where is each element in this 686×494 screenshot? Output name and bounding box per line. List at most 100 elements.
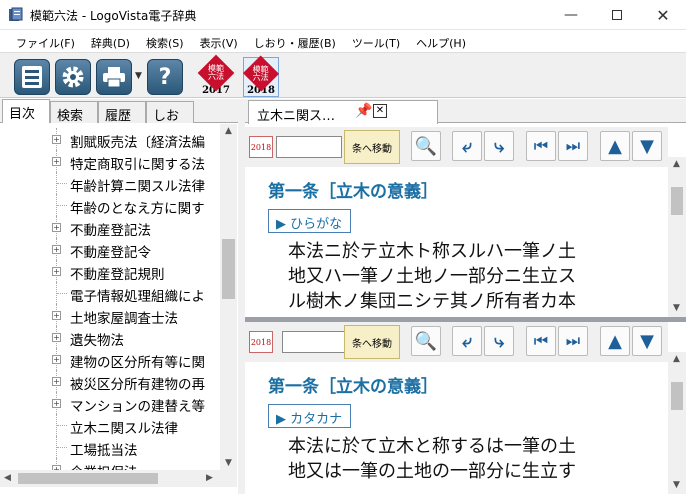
- hiragana-toggle-button[interactable]: ▶ ひらがな: [268, 209, 352, 233]
- menu-tools[interactable]: ツール(T): [345, 31, 409, 52]
- tree-item-label: 不動産登記令: [70, 245, 151, 261]
- pin-icon[interactable]: 📌: [355, 103, 372, 119]
- search-button[interactable]: 🔍: [411, 131, 441, 161]
- expand-icon[interactable]: +: [52, 223, 61, 232]
- tab-history[interactable]: 履歴: [98, 101, 146, 124]
- print-dropdown-icon[interactable]: ▼: [135, 71, 142, 81]
- edition-badge: 2018: [249, 136, 273, 158]
- tree-item[interactable]: 工場抵当法: [0, 436, 220, 459]
- forward-jump-button[interactable]: ⤷: [484, 131, 514, 161]
- scroll-down-button[interactable]: ▼: [632, 326, 662, 356]
- next-button[interactable]: ⏭: [558, 131, 588, 161]
- menu-view[interactable]: 表示(V): [193, 31, 247, 52]
- tree-vertical-scrollbar[interactable]: ▲ ▼: [220, 124, 237, 470]
- go-to-article-button[interactable]: 条へ移動: [344, 130, 400, 164]
- expand-icon[interactable]: +: [52, 311, 61, 320]
- article-pane-lower: 第一条［立木の意義］ ▶ カタカナ 本法に於て立木と称するは一筆の土 地又は一筆…: [245, 362, 668, 494]
- previous-button[interactable]: ⏮: [526, 131, 556, 161]
- menu-bar: ファイル(F) 辞典(D) 検索(S) 表示(V) しおり・履歴(B) ツール(…: [0, 31, 686, 52]
- tree-item[interactable]: + 土地家屋調査士法: [0, 304, 220, 327]
- katakana-toggle-button[interactable]: ▶ カタカナ: [268, 404, 352, 428]
- tree-item[interactable]: + 被災区分所有建物の再: [0, 370, 220, 393]
- search-button[interactable]: 🔍: [411, 326, 441, 356]
- scroll-down-icon[interactable]: ▼: [225, 458, 232, 468]
- scroll-left-icon[interactable]: ◀: [4, 473, 11, 483]
- back-jump-button[interactable]: ⤶: [452, 326, 482, 356]
- scroll-up-button[interactable]: ▲: [600, 326, 630, 356]
- maximize-icon: [612, 10, 622, 20]
- scroll-right-icon[interactable]: ▶: [206, 473, 213, 483]
- scroll-up-icon[interactable]: ▲: [673, 354, 680, 364]
- menu-search[interactable]: 検索(S): [139, 31, 193, 52]
- tree-item-label: 立木ニ関スル法律: [70, 421, 178, 437]
- tree-item[interactable]: + 特定商取引に関する法: [0, 150, 220, 173]
- expand-icon[interactable]: +: [52, 267, 61, 276]
- tree-item[interactable]: + 不動産登記令: [0, 238, 220, 261]
- scroll-thumb[interactable]: [18, 473, 158, 484]
- triangle-up-icon: ▲: [608, 135, 622, 157]
- scroll-down-icon[interactable]: ▼: [673, 480, 680, 490]
- expand-icon[interactable]: +: [52, 355, 61, 364]
- close-button[interactable]: ✕: [640, 0, 686, 30]
- print-button[interactable]: [96, 59, 132, 95]
- scroll-up-icon[interactable]: ▲: [225, 126, 232, 136]
- tree-item[interactable]: 電子情報処理組織によ: [0, 282, 220, 305]
- tree-item[interactable]: + 遺失物法: [0, 326, 220, 349]
- pane-splitter[interactable]: [238, 99, 245, 494]
- article-line: 地又は一筆の土地の一部分に生立す: [288, 461, 576, 482]
- tree-item[interactable]: 立木ニ関スル法律: [0, 414, 220, 437]
- menu-file[interactable]: ファイル(F): [9, 31, 84, 52]
- scroll-up-icon[interactable]: ▲: [673, 159, 680, 169]
- book-2018-button[interactable]: 模範六法 2018: [242, 55, 280, 97]
- scroll-thumb[interactable]: [671, 187, 683, 215]
- menu-help[interactable]: ヘルプ(H): [409, 31, 475, 52]
- menu-bookmarks-history[interactable]: しおり・履歴(B): [247, 31, 345, 52]
- expand-icon[interactable]: +: [52, 377, 61, 386]
- article-line: 地又ハ一筆ノ土地ノ一部分ニ生立ス: [288, 266, 576, 287]
- next-button[interactable]: ⏭: [558, 326, 588, 356]
- document-tab[interactable]: 立木ニ関ス… 📌 ✕: [248, 100, 438, 124]
- maximize-button[interactable]: [594, 0, 640, 30]
- menu-dictionary[interactable]: 辞典(D): [84, 31, 139, 52]
- expand-icon[interactable]: +: [52, 333, 61, 342]
- expand-icon[interactable]: +: [52, 135, 61, 144]
- tab-search[interactable]: 検索: [50, 101, 98, 124]
- tree-connector: [57, 425, 67, 426]
- forward-jump-button[interactable]: ⤷: [484, 326, 514, 356]
- scroll-thumb[interactable]: [671, 382, 683, 410]
- scroll-down-button[interactable]: ▼: [632, 131, 662, 161]
- tree-item[interactable]: 年齢計算ニ関スル法律: [0, 172, 220, 195]
- search-bar-lower: 2018 条へ移動 🔍 ⤶ ⤷ ⏮ ⏭ ▲ ▼: [245, 322, 668, 362]
- close-tab-icon[interactable]: ✕: [373, 104, 387, 118]
- upper-pane-scrollbar[interactable]: ▲ ▼: [668, 157, 686, 317]
- triangle-up-icon: ▲: [608, 330, 622, 352]
- go-to-article-button[interactable]: 条へ移動: [344, 325, 400, 359]
- book-2017-button[interactable]: 模範六法 2017: [197, 54, 235, 97]
- tree-connector: [57, 205, 67, 206]
- tree-item[interactable]: +企業担保法: [0, 458, 220, 470]
- tree-item[interactable]: + 不動産登記法: [0, 216, 220, 239]
- scroll-up-button[interactable]: ▲: [600, 131, 630, 161]
- back-jump-button[interactable]: ⤶: [452, 131, 482, 161]
- article-number-input[interactable]: [282, 331, 348, 353]
- tree-horizontal-scrollbar[interactable]: ◀ ▶: [0, 470, 237, 487]
- previous-button[interactable]: ⏮: [526, 326, 556, 356]
- minimize-button[interactable]: —: [548, 0, 594, 30]
- settings-button[interactable]: [55, 59, 91, 95]
- lower-pane-scrollbar[interactable]: ▲ ▼: [668, 352, 686, 494]
- tree-item[interactable]: + 不動産登記規則: [0, 260, 220, 283]
- tree-item[interactable]: 年齢のとなえ方に関す: [0, 194, 220, 217]
- tab-contents[interactable]: 目次: [2, 99, 50, 123]
- content-list-button[interactable]: [14, 59, 50, 95]
- expand-icon[interactable]: +: [52, 245, 61, 254]
- tab-bookmarks[interactable]: しおり: [146, 101, 194, 143]
- article-number-input[interactable]: [276, 136, 342, 158]
- expand-icon[interactable]: +: [52, 157, 61, 166]
- expand-icon[interactable]: +: [52, 399, 61, 408]
- tree-item[interactable]: + 割賦販売法〔経済法編: [0, 128, 220, 151]
- help-button[interactable]: ?: [147, 59, 183, 95]
- scroll-thumb[interactable]: [222, 239, 235, 299]
- tree-item[interactable]: + 建物の区分所有等に関: [0, 348, 220, 371]
- scroll-down-icon[interactable]: ▼: [673, 303, 680, 313]
- tree-item[interactable]: + マンションの建替え等: [0, 392, 220, 415]
